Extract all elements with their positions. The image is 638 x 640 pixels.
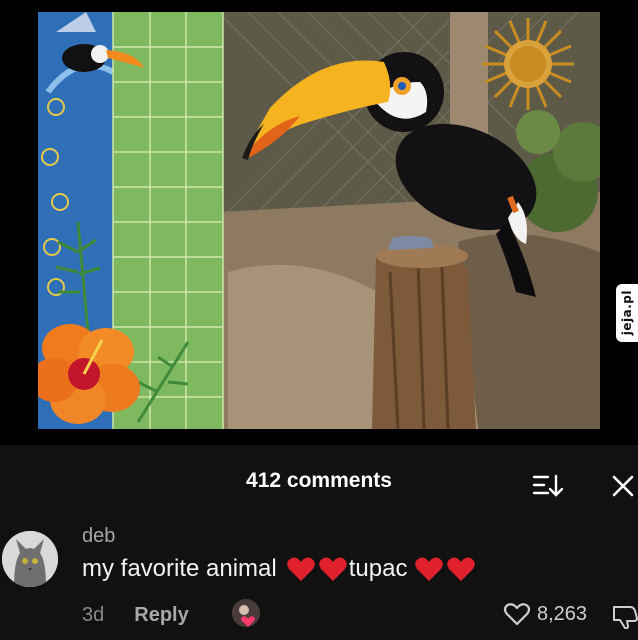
comments-panel: 412 comments deb my favorite animal tupa… xyxy=(0,445,638,640)
red-heart-icon xyxy=(415,557,444,581)
dislike-button[interactable] xyxy=(610,603,638,629)
comments-header: 412 comments xyxy=(0,445,638,523)
watermark-text: jeja.pl xyxy=(620,290,634,336)
red-heart-icon xyxy=(286,557,315,581)
red-heart-icon xyxy=(318,557,347,581)
comment-text-part2: tupac xyxy=(348,555,408,582)
toucan-photo xyxy=(38,12,600,429)
comment-text: my favorite animal tupac xyxy=(82,555,477,583)
close-icon xyxy=(612,475,634,497)
jeja-watermark: jeja.pl xyxy=(616,284,638,342)
comment-meta: 3d Reply xyxy=(82,601,189,629)
close-button[interactable] xyxy=(608,471,638,501)
red-heart-icon xyxy=(447,557,476,581)
reply-button[interactable]: Reply xyxy=(134,604,188,627)
comment-age: 3d xyxy=(82,603,105,626)
like-button[interactable]: 8,263 xyxy=(503,601,587,627)
video-media-area[interactable]: jeja.pl xyxy=(0,0,638,445)
like-count: 8,263 xyxy=(537,602,588,625)
thumbs-down-icon xyxy=(613,606,638,629)
creator-liked-avatar xyxy=(232,599,260,627)
comment-username[interactable]: deb xyxy=(82,525,115,548)
sort-down-icon xyxy=(532,474,564,497)
comment-text-part1: my favorite animal xyxy=(82,555,277,582)
heart-outline-icon xyxy=(503,603,531,626)
avatar[interactable] xyxy=(2,531,58,587)
comment-item: deb my favorite animal tupac 3d Reply 8,… xyxy=(0,523,638,640)
sort-button[interactable] xyxy=(530,471,564,501)
cat-avatar-image xyxy=(2,531,58,587)
